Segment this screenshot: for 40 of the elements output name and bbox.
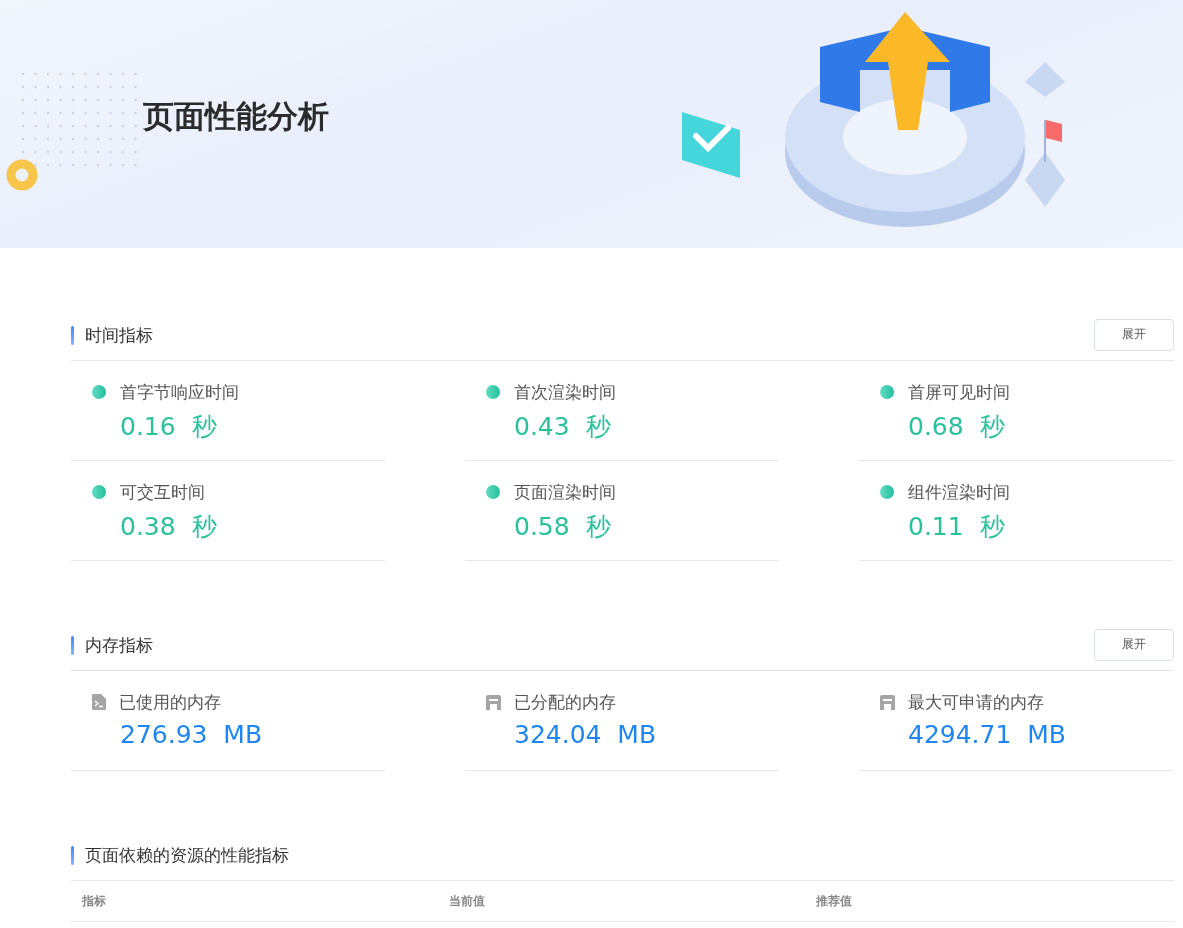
metric-value: 0.43 秒 [513, 411, 612, 443]
section-title: 时间指标 [85, 324, 154, 347]
section-accent-bar [71, 326, 74, 345]
section-accent-bar [71, 846, 74, 865]
metric-label: 首字节响应时间 [120, 380, 239, 404]
section-title: 页面依赖的资源的性能指标 [85, 844, 290, 867]
column-header: 推荐值 [815, 893, 853, 910]
metric-label: 最大可申请的内存 [908, 690, 1044, 714]
status-dot-icon [880, 485, 894, 499]
column-header: 当前值 [448, 893, 486, 910]
metric-label: 组件渲染时间 [908, 480, 1010, 504]
metric-label: 首次渲染时间 [514, 380, 616, 404]
metric-label: 可交互时间 [120, 480, 205, 504]
metric-label: 已分配的内存 [514, 690, 616, 714]
status-dot-icon [92, 385, 106, 399]
section-accent-bar [71, 636, 74, 655]
metric-label: 页面渲染时间 [514, 480, 616, 504]
terminal-file-icon [92, 694, 106, 710]
metric-value: 0.68 秒 [907, 411, 1006, 443]
page-title: 页面性能分析 [143, 97, 329, 136]
status-dot-icon [486, 485, 500, 499]
metric-label: 首屏可见时间 [908, 380, 1010, 404]
metric-value: 0.11 秒 [907, 511, 1006, 543]
section-title: 内存指标 [85, 634, 154, 657]
status-dot-icon [486, 385, 500, 399]
expand-button[interactable]: 展开 [1094, 628, 1174, 661]
expand-button[interactable]: 展开 [1094, 318, 1174, 351]
ring-icon [6, 159, 38, 191]
printer-icon [880, 694, 895, 710]
printer-icon [486, 694, 501, 710]
metric-value: 0.38 秒 [119, 511, 218, 543]
metric-value: 4294.71 MB [907, 720, 1067, 749]
status-dot-icon [92, 485, 106, 499]
metric-value: 0.16 秒 [119, 411, 218, 443]
column-header: 指标 [81, 893, 107, 910]
metric-label: 已使用的内存 [119, 690, 221, 714]
metric-value: 324.04 MB [513, 720, 658, 749]
status-dot-icon [880, 385, 894, 399]
metric-value: 0.58 秒 [513, 511, 612, 543]
metric-value: 276.93 MB [119, 720, 264, 749]
